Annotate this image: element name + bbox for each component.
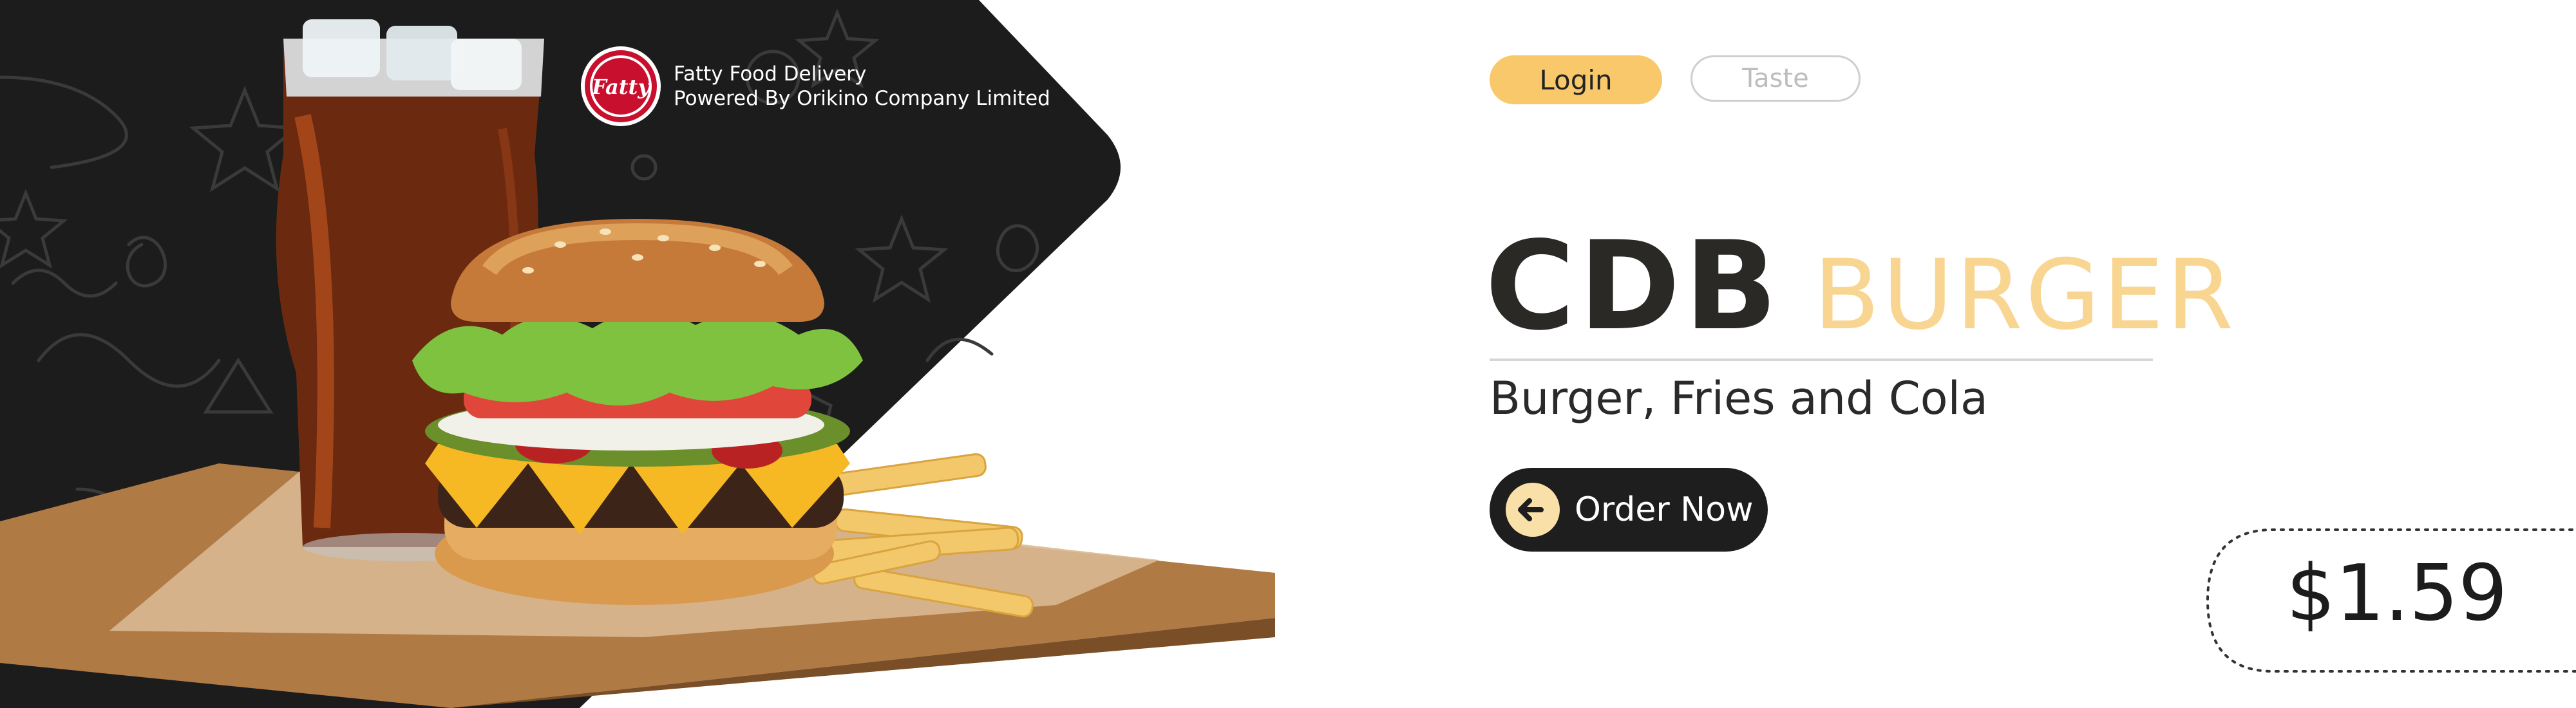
logo-text: Fatty — [591, 75, 651, 99]
title-divider — [1490, 359, 2153, 361]
price-value: $1.59 — [2286, 549, 2508, 638]
title-main: CDB — [1485, 215, 1781, 357]
product-title: CDB BURGER — [1485, 225, 2236, 348]
order-now-button[interactable]: Order Now — [1490, 468, 1768, 552]
brand-powered-by: Powered By Orikino Company Limited — [674, 87, 1050, 110]
burger — [412, 219, 863, 605]
brand-name: Fatty Food Delivery — [674, 62, 867, 86]
arrow-left-icon — [1506, 483, 1560, 537]
product-subtitle: Burger, Fries and Cola — [1490, 372, 1988, 425]
price-tag: $1.59 — [2202, 525, 2576, 676]
brand-text: Fatty Food Delivery Powered By Orikino C… — [674, 62, 1050, 111]
fatty-logo-icon: Fatty — [581, 46, 661, 126]
order-now-label: Order Now — [1575, 490, 1754, 529]
brand-block: Fatty Fatty Food Delivery Powered By Ori… — [580, 45, 1050, 127]
login-button[interactable]: Login — [1490, 55, 1662, 104]
title-accent: BURGER — [1813, 239, 2237, 351]
taste-button[interactable]: Taste — [1690, 55, 1861, 102]
